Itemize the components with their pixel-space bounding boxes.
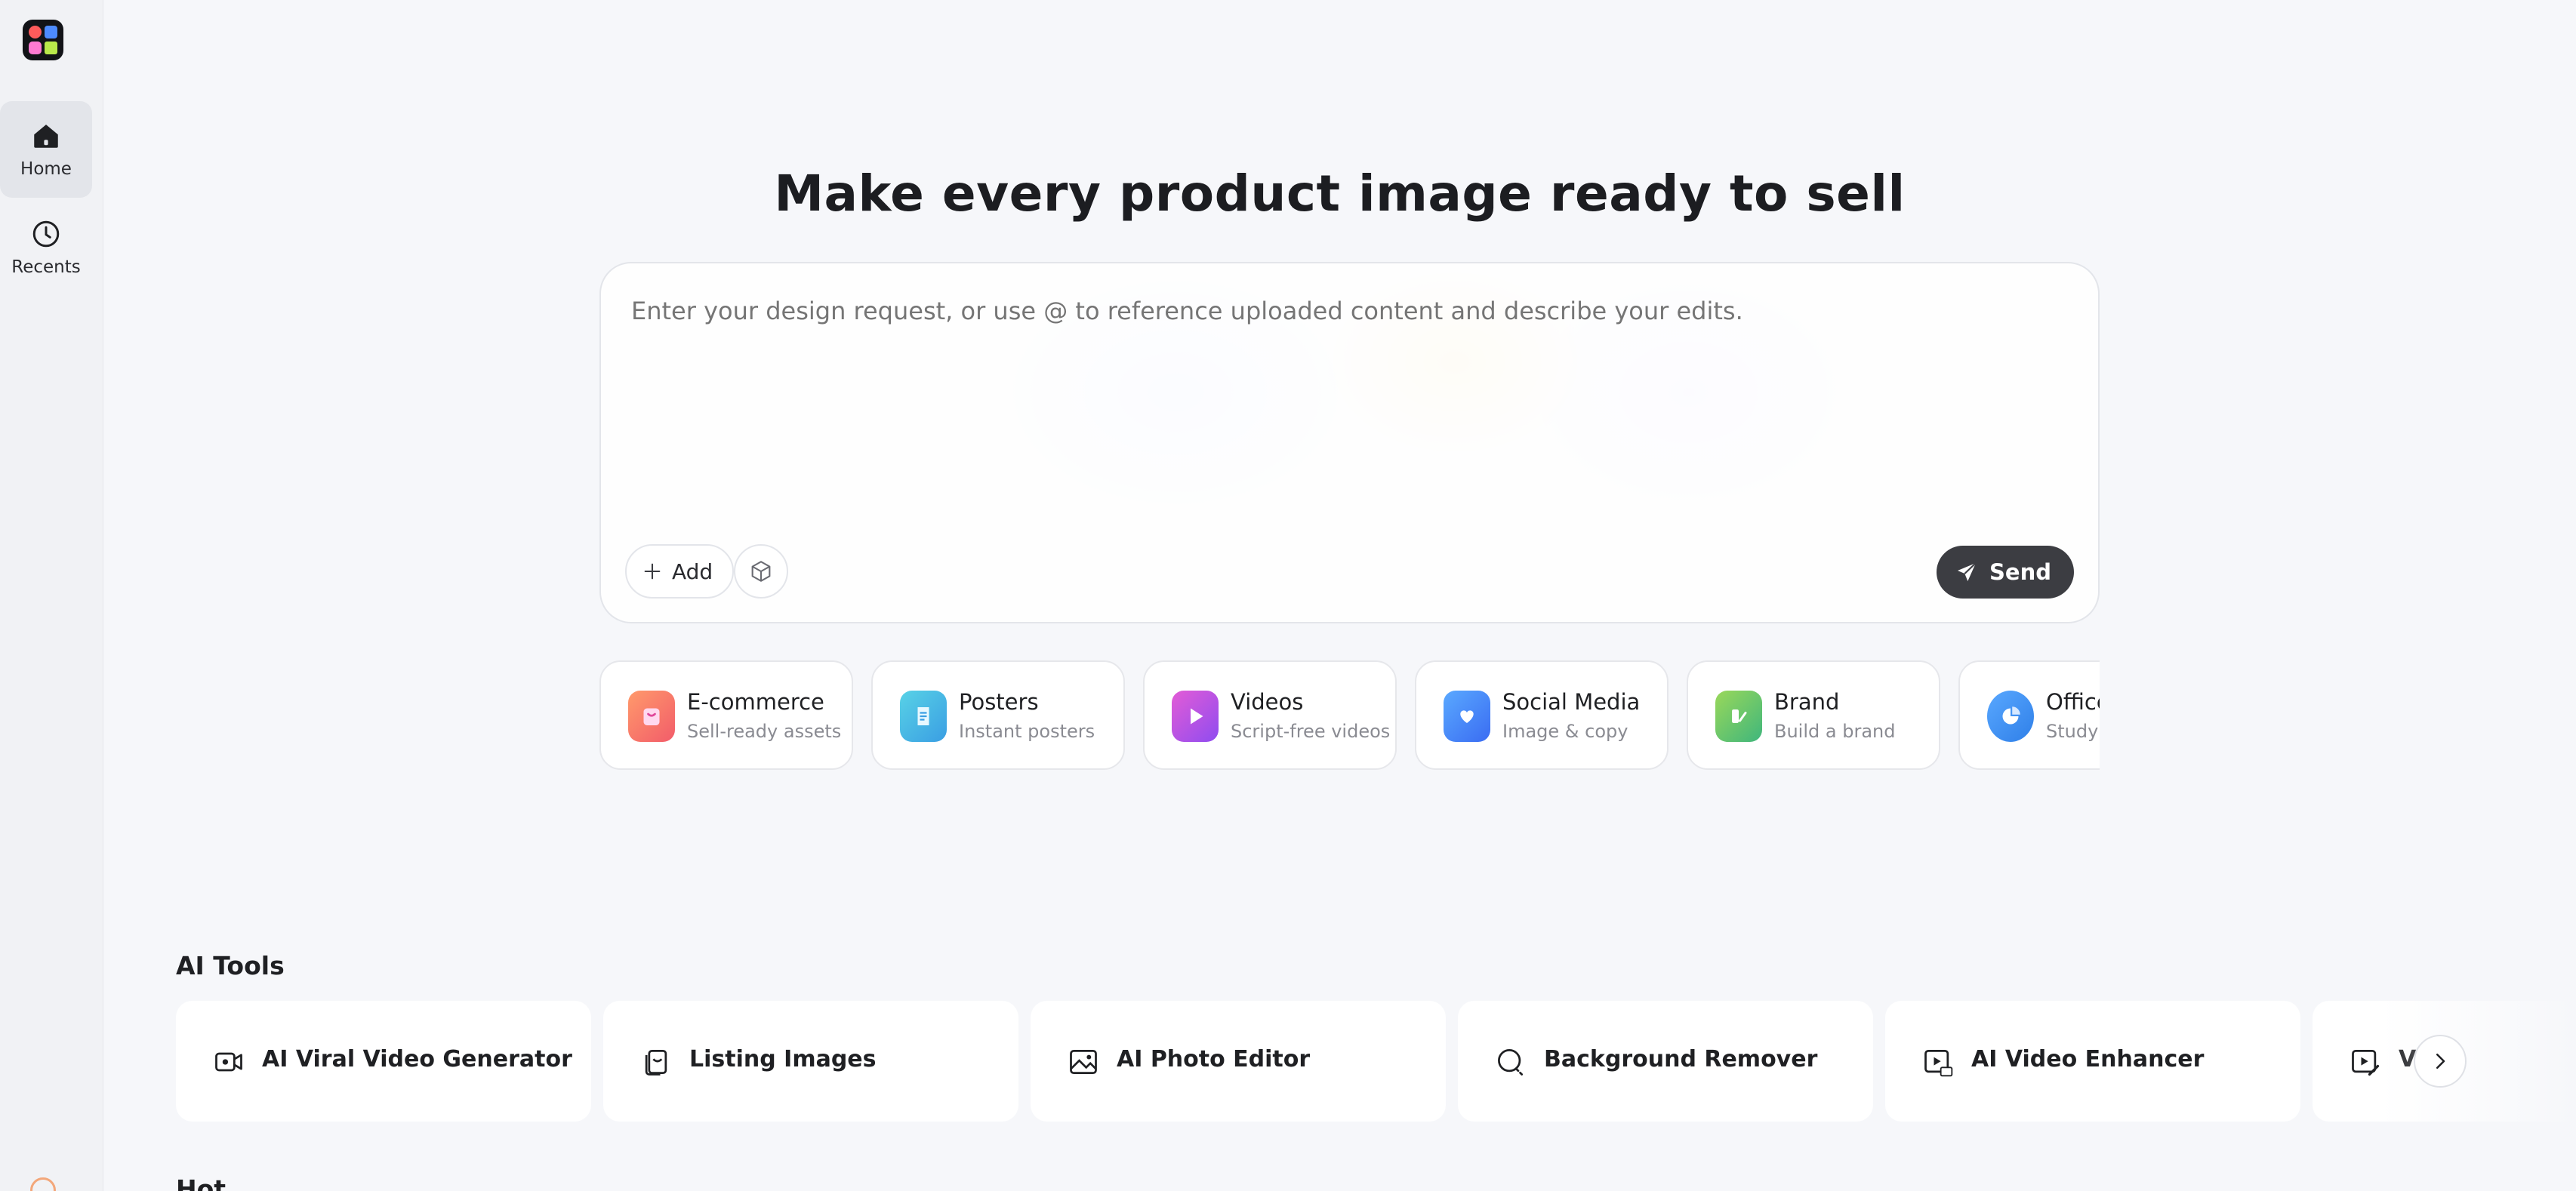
plus-icon: [644, 563, 661, 580]
chevron-right-icon: [2436, 1054, 2445, 1069]
chip-subtitle: Study: [2046, 721, 2099, 742]
sidebar-item-label: Home: [20, 159, 72, 179]
tool-label: Background Remover: [1544, 1046, 1818, 1073]
chip-subtitle: Script-free videos: [1231, 721, 1391, 742]
send-button-label: Send: [1989, 559, 2051, 585]
home-icon: [34, 125, 58, 148]
paper-plane-icon: [1958, 562, 1977, 581]
poster-icon: [900, 691, 947, 742]
tool-label: AI Photo Editor: [1117, 1046, 1311, 1073]
video-camera-icon: [215, 1052, 242, 1072]
tool-label: AI Viral Video Generator: [262, 1046, 572, 1073]
app-logo[interactable]: [23, 20, 63, 60]
design-request-input[interactable]: [631, 297, 2066, 325]
tool-listing-images[interactable]: Listing Images: [603, 1001, 1018, 1122]
video-edit-icon: [2352, 1049, 2380, 1076]
ai-tools-title: AI Tools: [176, 951, 285, 980]
chip-title: Videos: [1231, 689, 1304, 715]
sidebar-item-recents[interactable]: Recents: [0, 199, 92, 296]
photo-edit-icon: [1070, 1049, 1097, 1075]
chip-subtitle: Build a brand: [1774, 721, 1896, 742]
ai-tools-row: AI Viral Video Generator Listing Images …: [176, 1001, 2576, 1122]
chip-videos[interactable]: Videos Script-free videos: [1143, 660, 1397, 770]
sidebar-item-home[interactable]: Home: [0, 101, 92, 198]
chip-title: Social Media: [1502, 689, 1641, 715]
chip-title: Posters: [959, 689, 1039, 715]
tool-label: Listing Images: [689, 1046, 877, 1073]
brand-icon: [1715, 691, 1762, 742]
background-remover-icon: [1498, 1049, 1524, 1076]
add-button[interactable]: Add: [625, 544, 735, 599]
sidebar: Home Recents: [0, 0, 103, 1191]
page-title: Make every product image ready to sell: [774, 165, 1906, 223]
tools-next-button[interactable]: [2414, 1035, 2467, 1088]
chip-office[interactable]: Office Study: [1958, 660, 2100, 770]
heart-chat-icon: [1444, 691, 1490, 742]
category-chips: E-commerce Sell-ready assets Posters Ins…: [599, 660, 2100, 770]
tool-background-remover[interactable]: Background Remover: [1458, 1001, 1873, 1122]
send-button[interactable]: Send: [1937, 546, 2074, 599]
add-button-label: Add: [672, 559, 713, 584]
chip-e-commerce[interactable]: E-commerce Sell-ready assets: [599, 660, 853, 770]
pie-chart-icon: [1987, 691, 2034, 742]
user-avatar[interactable]: [30, 1177, 56, 1191]
shopping-bag-icon: [628, 691, 675, 742]
tool-ai-viral-video-generator[interactable]: AI Viral Video Generator: [176, 1001, 591, 1122]
3d-model-button[interactable]: [734, 544, 788, 599]
sidebar-item-label: Recents: [11, 257, 81, 277]
video-hd-icon: [1924, 1049, 1953, 1077]
play-icon: [1172, 691, 1219, 742]
clock-icon: [32, 220, 60, 248]
chip-title: E-commerce: [687, 689, 824, 715]
chip-subtitle: Instant posters: [959, 721, 1095, 742]
listing-images-icon: [645, 1049, 667, 1076]
tool-ai-photo-editor[interactable]: AI Photo Editor: [1031, 1001, 1446, 1122]
main-content: Make every product image ready to sell A…: [103, 0, 2576, 1191]
tool-label: AI Video Enhancer: [1971, 1046, 2205, 1073]
chip-title: Brand: [1774, 689, 1840, 715]
cube-icon: [751, 561, 771, 582]
chip-title: Office: [2046, 689, 2100, 715]
chip-subtitle: Image & copy: [1502, 721, 1628, 742]
hot-section-title: Hot: [176, 1174, 226, 1191]
chip-brand[interactable]: Brand Build a brand: [1687, 660, 1940, 770]
chip-posters[interactable]: Posters Instant posters: [871, 660, 1125, 770]
tool-ai-video-enhancer[interactable]: AI Video Enhancer: [1885, 1001, 2300, 1122]
chip-social-media[interactable]: Social Media Image & copy: [1415, 660, 1669, 770]
prompt-box: Add Send: [599, 262, 2100, 623]
chip-subtitle: Sell-ready assets: [687, 721, 842, 742]
